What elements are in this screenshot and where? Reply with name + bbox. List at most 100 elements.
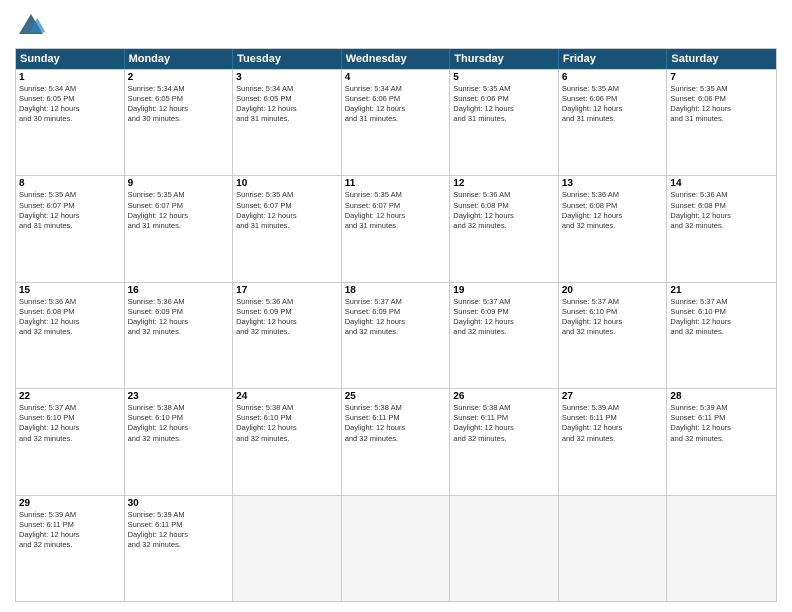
cell-text: Daylight: 12 hours [453,317,555,327]
calendar-day-27: 27Sunrise: 5:39 AMSunset: 6:11 PMDayligh… [559,389,668,494]
cell-text: and 31 minutes. [236,114,338,124]
header-cell-friday: Friday [559,49,668,69]
calendar-day-18: 18Sunrise: 5:37 AMSunset: 6:09 PMDayligh… [342,283,451,388]
cell-text: Daylight: 12 hours [670,104,773,114]
cell-text: and 31 minutes. [670,114,773,124]
day-number: 30 [128,498,230,509]
cell-text: Daylight: 12 hours [670,423,773,433]
cell-text: Daylight: 12 hours [562,211,664,221]
cell-text: Daylight: 12 hours [128,423,230,433]
calendar-day-5: 5Sunrise: 5:35 AMSunset: 6:06 PMDaylight… [450,70,559,175]
cell-text: Sunset: 6:09 PM [345,307,447,317]
cell-text: Daylight: 12 hours [19,211,121,221]
logo [15,10,51,42]
day-number: 1 [19,72,121,83]
cell-text: Daylight: 12 hours [345,317,447,327]
cell-text: Sunrise: 5:36 AM [670,190,773,200]
cell-text: and 31 minutes. [562,114,664,124]
cell-text: Sunset: 6:11 PM [19,520,121,530]
cell-text: and 32 minutes. [236,327,338,337]
cell-text: Sunset: 6:10 PM [670,307,773,317]
calendar-day-25: 25Sunrise: 5:38 AMSunset: 6:11 PMDayligh… [342,389,451,494]
day-number: 17 [236,285,338,296]
cell-text: Daylight: 12 hours [345,211,447,221]
calendar-day-21: 21Sunrise: 5:37 AMSunset: 6:10 PMDayligh… [667,283,776,388]
calendar-day-17: 17Sunrise: 5:36 AMSunset: 6:09 PMDayligh… [233,283,342,388]
calendar-day-22: 22Sunrise: 5:37 AMSunset: 6:10 PMDayligh… [16,389,125,494]
day-number: 3 [236,72,338,83]
calendar-day-16: 16Sunrise: 5:36 AMSunset: 6:09 PMDayligh… [125,283,234,388]
cell-text: Sunset: 6:08 PM [453,201,555,211]
calendar-day-19: 19Sunrise: 5:37 AMSunset: 6:09 PMDayligh… [450,283,559,388]
cell-text: Daylight: 12 hours [19,530,121,540]
cell-text: Sunrise: 5:36 AM [562,190,664,200]
header-cell-thursday: Thursday [450,49,559,69]
day-number: 15 [19,285,121,296]
calendar-header: SundayMondayTuesdayWednesdayThursdayFrid… [16,49,776,69]
cell-text: and 31 minutes. [19,221,121,231]
calendar-day-7: 7Sunrise: 5:35 AMSunset: 6:06 PMDaylight… [667,70,776,175]
cell-text: and 32 minutes. [19,434,121,444]
header-cell-sunday: Sunday [16,49,125,69]
cell-text: Daylight: 12 hours [128,104,230,114]
header-cell-monday: Monday [125,49,234,69]
cell-text: Sunrise: 5:36 AM [453,190,555,200]
cell-text: Sunrise: 5:39 AM [128,510,230,520]
calendar-week-4: 22Sunrise: 5:37 AMSunset: 6:10 PMDayligh… [16,388,776,494]
calendar-day-11: 11Sunrise: 5:35 AMSunset: 6:07 PMDayligh… [342,176,451,281]
day-number: 7 [670,72,773,83]
cell-text: Daylight: 12 hours [128,211,230,221]
day-number: 5 [453,72,555,83]
cell-text: Sunrise: 5:37 AM [562,297,664,307]
cell-text: Sunrise: 5:34 AM [19,84,121,94]
calendar-empty [450,496,559,601]
calendar-day-3: 3Sunrise: 5:34 AMSunset: 6:05 PMDaylight… [233,70,342,175]
cell-text: and 32 minutes. [453,221,555,231]
cell-text: Sunrise: 5:37 AM [670,297,773,307]
cell-text: Daylight: 12 hours [19,317,121,327]
day-number: 13 [562,178,664,189]
calendar-day-20: 20Sunrise: 5:37 AMSunset: 6:10 PMDayligh… [559,283,668,388]
day-number: 26 [453,391,555,402]
calendar-day-1: 1Sunrise: 5:34 AMSunset: 6:05 PMDaylight… [16,70,125,175]
cell-text: Sunrise: 5:37 AM [345,297,447,307]
calendar-body: 1Sunrise: 5:34 AMSunset: 6:05 PMDaylight… [16,69,776,601]
cell-text: and 32 minutes. [562,434,664,444]
cell-text: Daylight: 12 hours [236,211,338,221]
logo-icon [15,10,47,42]
cell-text: Sunset: 6:09 PM [236,307,338,317]
cell-text: Daylight: 12 hours [345,423,447,433]
calendar-week-1: 1Sunrise: 5:34 AMSunset: 6:05 PMDaylight… [16,69,776,175]
cell-text: and 32 minutes. [562,221,664,231]
cell-text: Daylight: 12 hours [562,104,664,114]
cell-text: Sunset: 6:07 PM [236,201,338,211]
cell-text: and 31 minutes. [345,114,447,124]
calendar-week-3: 15Sunrise: 5:36 AMSunset: 6:08 PMDayligh… [16,282,776,388]
cell-text: Daylight: 12 hours [128,317,230,327]
cell-text: and 30 minutes. [128,114,230,124]
cell-text: and 32 minutes. [453,434,555,444]
day-number: 6 [562,72,664,83]
cell-text: and 32 minutes. [670,434,773,444]
calendar: SundayMondayTuesdayWednesdayThursdayFrid… [15,48,777,602]
header-cell-saturday: Saturday [667,49,776,69]
cell-text: Sunrise: 5:36 AM [128,297,230,307]
cell-text: Daylight: 12 hours [345,104,447,114]
calendar-day-12: 12Sunrise: 5:36 AMSunset: 6:08 PMDayligh… [450,176,559,281]
day-number: 27 [562,391,664,402]
cell-text: Daylight: 12 hours [670,211,773,221]
cell-text: and 31 minutes. [128,221,230,231]
day-number: 23 [128,391,230,402]
day-number: 12 [453,178,555,189]
day-number: 2 [128,72,230,83]
calendar-day-4: 4Sunrise: 5:34 AMSunset: 6:06 PMDaylight… [342,70,451,175]
page: SundayMondayTuesdayWednesdayThursdayFrid… [0,0,792,612]
calendar-day-6: 6Sunrise: 5:35 AMSunset: 6:06 PMDaylight… [559,70,668,175]
cell-text: Sunrise: 5:38 AM [453,403,555,413]
cell-text: and 32 minutes. [128,540,230,550]
day-number: 10 [236,178,338,189]
cell-text: Daylight: 12 hours [453,423,555,433]
calendar-day-23: 23Sunrise: 5:38 AMSunset: 6:10 PMDayligh… [125,389,234,494]
cell-text: Sunset: 6:09 PM [453,307,555,317]
calendar-week-5: 29Sunrise: 5:39 AMSunset: 6:11 PMDayligh… [16,495,776,601]
